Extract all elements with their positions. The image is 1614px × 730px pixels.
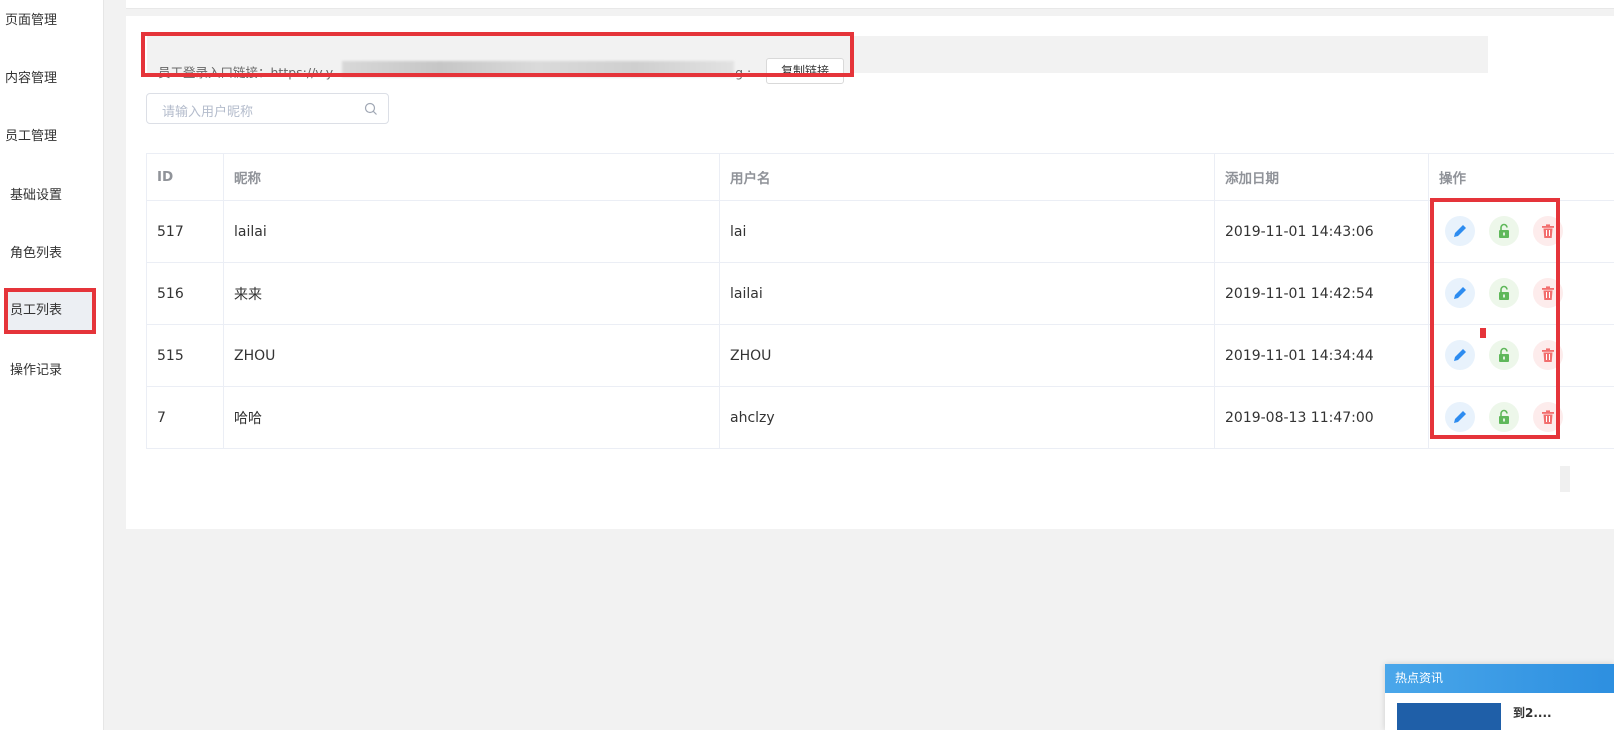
cell-id: 515 [147,325,224,386]
sidebar-item-staff-list[interactable]: 员工列表 [4,288,96,334]
cell-id: 516 [147,263,224,324]
sidebar: 页面管理 内容管理 员工管理 基础设置 角色列表 员工列表 操作记录 [0,0,104,730]
header-nickname: 昵称 [224,154,720,200]
cell-username: lailai [720,263,1215,324]
sidebar-item-page-management[interactable]: 页面管理 [0,10,109,32]
table-header: ID 昵称 用户名 添加日期 操作 [146,154,1614,201]
sidebar-item-staff-management[interactable]: 员工管理 [0,126,109,148]
sidebar-item-basic-settings[interactable]: 基础设置 [0,185,114,207]
cell-id: 7 [147,387,224,448]
cell-date: 2019-11-01 14:42:54 [1215,263,1429,324]
header-username: 用户名 [720,154,1215,200]
table-row: 517 lailai lai 2019-11-01 14:43:06 [146,201,1614,263]
cell-date: 2019-11-01 14:34:44 [1215,325,1429,386]
table-row: 515 ZHOU ZHOU 2019-11-01 14:34:44 [146,325,1614,387]
sidebar-item-operation-log[interactable]: 操作记录 [0,360,114,382]
search-icon[interactable] [364,102,378,116]
staff-table: ID 昵称 用户名 添加日期 操作 517 lailai lai 2019-11… [146,153,1614,449]
cell-nickname: 来来 [224,263,720,324]
link-highlight-box [141,32,854,77]
main-card: 员工登录入口链接：https://v.y g : 复制链接 请输入用户昵称 ID… [126,16,1614,529]
table-row: 7 哈哈 ahclzy 2019-08-13 11:47:00 [146,387,1614,449]
news-headline[interactable]: 到2.... [1513,704,1552,721]
search-placeholder: 请输入用户昵称 [162,105,254,120]
sidebar-item-role-list[interactable]: 角色列表 [0,243,114,265]
cell-username: ZHOU [720,325,1215,386]
pagination-stub [1560,466,1570,492]
header-date: 添加日期 [1215,154,1429,200]
actions-highlight-box [1430,198,1560,439]
cell-date: 2019-11-01 14:43:06 [1215,201,1429,262]
cell-nickname: 哈哈 [224,387,720,448]
cell-nickname: ZHOU [224,325,720,386]
sidebar-item-content-management[interactable]: 内容管理 [0,68,109,90]
hot-news-panel: 热点资讯 到2.... [1385,664,1614,730]
cell-username: ahclzy [720,387,1215,448]
cell-nickname: lailai [224,201,720,262]
cell-username: lai [720,201,1215,262]
header-id: ID [147,154,224,200]
red-marker [1480,328,1486,338]
table-row: 516 来来 lailai 2019-11-01 14:42:54 [146,263,1614,325]
search-input[interactable]: 请输入用户昵称 [146,93,389,124]
cell-date: 2019-08-13 11:47:00 [1215,387,1429,448]
cell-id: 517 [147,201,224,262]
hot-news-title: 热点资讯 [1385,664,1614,693]
header-actions: 操作 [1439,171,1466,187]
top-strip [126,0,1614,9]
news-thumbnail[interactable] [1397,703,1501,730]
